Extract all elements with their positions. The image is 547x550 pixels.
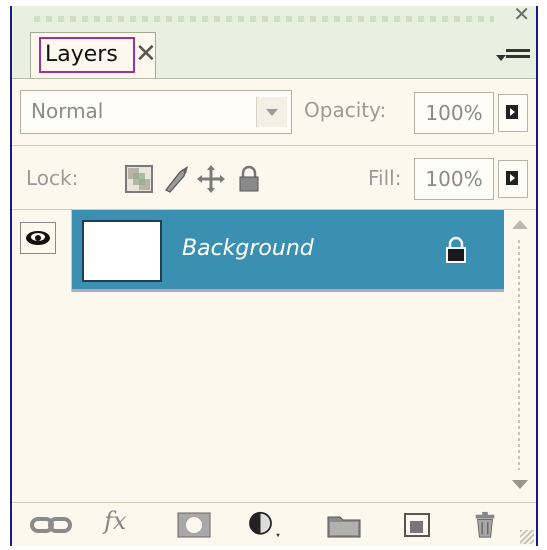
panel-menu-arrow (496, 55, 506, 61)
adjustment-layer-icon[interactable] (244, 511, 284, 539)
chevron-down-icon[interactable] (256, 97, 287, 127)
trash-icon[interactable] (470, 511, 500, 539)
lock-fill-row: Lock: Fill: 100% (12, 146, 536, 210)
layer-thumbnail[interactable] (82, 220, 162, 282)
scroll-up-arrow-icon[interactable] (512, 220, 528, 229)
blend-mode-value: Normal (31, 99, 104, 123)
panel-drag-grip[interactable] (34, 16, 494, 22)
visibility-cell[interactable] (12, 210, 72, 292)
menu-bar-line (506, 55, 530, 58)
opacity-input[interactable]: 100% (414, 92, 494, 134)
resize-grip[interactable] (520, 530, 534, 544)
eye-icon (26, 231, 50, 245)
scroll-down-arrow-icon[interactable] (512, 480, 528, 489)
tab-close-icon[interactable]: ✕ (135, 39, 157, 69)
fx-icon[interactable]: fx (104, 507, 126, 535)
layers-list[interactable]: Background (12, 210, 536, 502)
menu-bar-line (506, 49, 530, 52)
blend-mode-select[interactable]: Normal (20, 90, 292, 134)
tab-layers[interactable]: Layers ✕ (30, 32, 157, 78)
lock-image-pixels-icon[interactable] (162, 164, 192, 194)
opacity-slider-button[interactable] (498, 94, 528, 132)
tab-layers-label: Layers (39, 37, 135, 73)
lock-all-icon[interactable] (234, 164, 264, 194)
panel-tab-strip[interactable]: Layers ✕ ✕ (12, 2, 536, 79)
lock-label: Lock: (26, 166, 79, 190)
new-layer-icon[interactable] (402, 511, 432, 539)
layer-mask-icon[interactable] (176, 511, 212, 539)
scroll-track[interactable] (518, 240, 520, 470)
opacity-label: Opacity: (304, 98, 387, 122)
link-layers-icon[interactable] (30, 511, 72, 539)
layers-scrollbar[interactable] (504, 210, 536, 502)
layers-panel: Layers ✕ ✕ Normal Opacity: 100% Lock: Fi… (10, 2, 538, 546)
visibility-toggle[interactable] (20, 222, 56, 254)
lock-transparent-pixels-icon[interactable] (124, 164, 154, 194)
lock-position-icon[interactable] (196, 164, 226, 194)
fill-slider-button[interactable] (498, 160, 528, 198)
fill-label: Fill: (368, 166, 402, 190)
panel-menu-icon[interactable] (496, 46, 530, 64)
blend-opacity-row: Normal Opacity: 100% (12, 78, 536, 146)
fill-input[interactable]: 100% (414, 158, 494, 200)
layer-lock-icon (446, 236, 466, 263)
new-group-folder-icon[interactable] (326, 511, 362, 539)
layer-row-background[interactable]: Background (12, 210, 504, 292)
panel-close-icon[interactable]: ✕ (513, 2, 530, 26)
layer-name[interactable]: Background (182, 236, 314, 261)
layers-bottom-toolbar: fx (12, 502, 536, 546)
